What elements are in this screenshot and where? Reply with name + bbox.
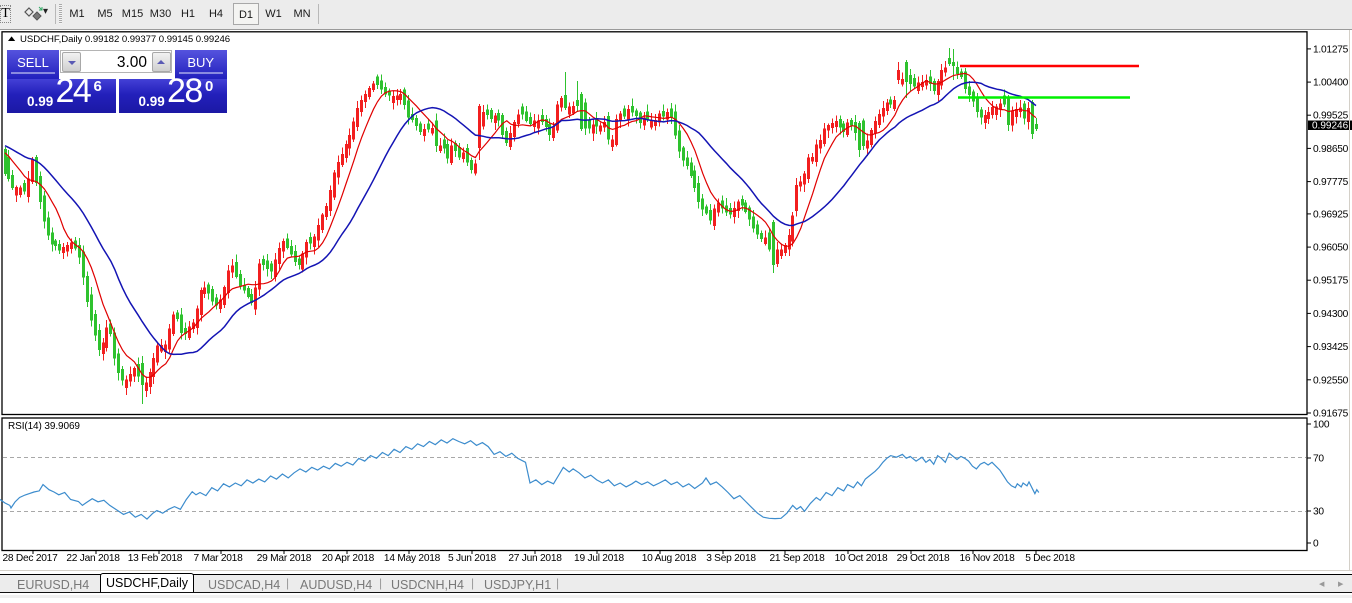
svg-text:22 Jan 2018: 22 Jan 2018: [66, 553, 120, 564]
svg-text:0: 0: [1313, 539, 1319, 550]
svg-text:10 Oct 2018: 10 Oct 2018: [835, 553, 888, 564]
svg-text:7 Mar 2018: 7 Mar 2018: [193, 553, 243, 564]
svg-text:0.99246: 0.99246: [1312, 121, 1349, 132]
svg-text:0.98650: 0.98650: [1313, 144, 1349, 155]
svg-text:5 Dec 2018: 5 Dec 2018: [1025, 553, 1075, 564]
svg-text:29 Oct 2018: 29 Oct 2018: [897, 553, 950, 564]
svg-text:19 Jul 2018: 19 Jul 2018: [574, 553, 625, 564]
svg-text:29 Mar 2018: 29 Mar 2018: [257, 553, 312, 564]
svg-text:10 Aug 2018: 10 Aug 2018: [642, 553, 697, 564]
svg-text:20 Apr 2018: 20 Apr 2018: [322, 553, 375, 564]
svg-text:0.91675: 0.91675: [1313, 409, 1349, 420]
svg-text:0.95175: 0.95175: [1313, 276, 1349, 287]
svg-text:0.94300: 0.94300: [1313, 309, 1349, 320]
svg-text:70: 70: [1313, 454, 1324, 465]
svg-text:0.92550: 0.92550: [1313, 375, 1349, 386]
svg-text:28 Dec 2017: 28 Dec 2017: [2, 553, 58, 564]
svg-text:30: 30: [1313, 507, 1324, 518]
svg-text:21 Sep 2018: 21 Sep 2018: [769, 553, 825, 564]
svg-text:27 Jun 2018: 27 Jun 2018: [508, 553, 562, 564]
svg-text:14 May 2018: 14 May 2018: [384, 553, 441, 564]
svg-text:1.01275: 1.01275: [1313, 44, 1349, 55]
svg-text:USDCHF,Daily 0.99182 0.99377: USDCHF,Daily 0.99182 0.99377 0.99145 0.9…: [20, 34, 230, 45]
svg-text:0.93425: 0.93425: [1313, 342, 1349, 353]
svg-text:16 Nov 2018: 16 Nov 2018: [959, 553, 1015, 564]
svg-text:0.97775: 0.97775: [1313, 177, 1349, 188]
svg-text:0.96050: 0.96050: [1313, 243, 1349, 254]
svg-text:5 Jun 2018: 5 Jun 2018: [448, 553, 496, 564]
svg-text:1.00400: 1.00400: [1313, 78, 1349, 89]
svg-text:0.96925: 0.96925: [1313, 209, 1349, 220]
svg-text:100: 100: [1313, 420, 1330, 431]
svg-text:13 Feb 2018: 13 Feb 2018: [128, 553, 183, 564]
svg-text:3 Sep 2018: 3 Sep 2018: [706, 553, 756, 564]
svg-text:RSI(14) 39.9069: RSI(14) 39.9069: [8, 421, 80, 432]
